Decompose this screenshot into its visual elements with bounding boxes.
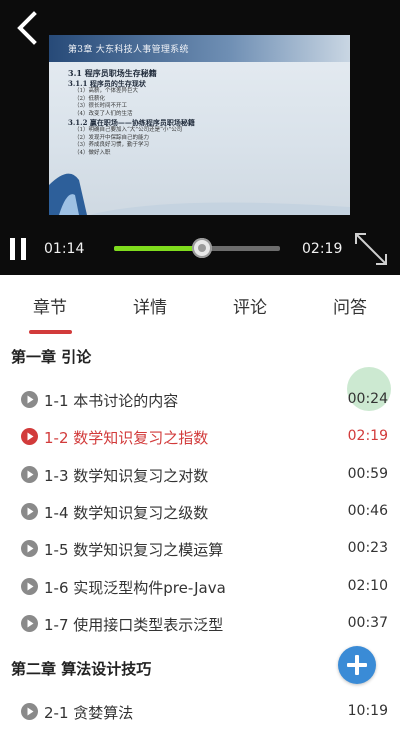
total-time: 02:19	[302, 241, 343, 257]
lesson-item[interactable]: 1-4 数学知识复习之级数 00:46	[0, 494, 400, 530]
tab-indicator	[29, 330, 72, 334]
slide-text-line: （3）养成良好习惯，勤于学习	[74, 142, 150, 148]
slide-decoration	[49, 173, 350, 215]
lesson-duration: 00:46	[347, 502, 388, 519]
slide-header: 第3章 大东科技人事管理系统	[49, 35, 350, 62]
slide-text-line: 3.1.1 程序员的生存现状	[68, 79, 146, 88]
lesson-duration: 00:23	[347, 540, 388, 557]
lesson-label: 1-3 数学知识复习之对数	[44, 466, 209, 485]
lesson-label: 1-6 实现泛型构件pre-Java	[44, 578, 226, 597]
lesson-label: 1-7 使用接口类型表示泛型	[44, 615, 224, 634]
slide-title: 第3章 大东科技人事管理系统	[68, 45, 189, 55]
slide-text-line: （1）高薪，个体差异巨大	[74, 88, 139, 94]
slide-text-line: （1）明确自己要加入“大”公司还是“小”公司	[74, 127, 183, 133]
play-circle-icon	[21, 502, 38, 520]
play-circle-icon	[21, 428, 38, 446]
tab-comments[interactable]: 评论	[233, 293, 267, 318]
play-circle-icon	[21, 614, 38, 632]
lesson-duration: 00:24	[347, 391, 388, 407]
lesson-item[interactable]: 1-5 数学知识复习之模运算 00:23	[0, 531, 400, 567]
progress-fill	[114, 246, 202, 251]
slide-text-line: 3.1 程序员职场生存秘籍	[68, 68, 157, 78]
progress-thumb[interactable]	[191, 238, 212, 258]
play-circle-icon	[21, 465, 38, 483]
fullscreen-icon[interactable]	[352, 230, 390, 268]
tab-details[interactable]: 详情	[133, 293, 167, 318]
lesson-item[interactable]: 1-7 使用接口类型表示泛型 00:37	[0, 606, 400, 642]
lesson-duration: 02:10	[347, 577, 388, 594]
lesson-label: 2-1 贪婪算法	[44, 704, 134, 722]
chapter-title: 第二章 算法设计技巧	[11, 660, 152, 678]
lesson-item[interactable]: 1-2 数学知识复习之指数 02:19	[0, 419, 400, 455]
current-time: 01:14	[44, 241, 85, 257]
slide-body: 3.1 程序员职场生存秘籍 3.1.1 程序员的生存现状 （1）高薪，个体差异巨大（…	[68, 69, 338, 158]
play-circle-icon	[21, 391, 38, 408]
lesson-label: 1-4 数学知识复习之级数	[44, 503, 209, 522]
tab-bar: 章节 详情 评论 问答	[0, 275, 400, 337]
plus-icon[interactable]	[338, 646, 376, 684]
lesson-label: 1-1 本书讨论的内容	[44, 392, 179, 410]
lesson-duration: 00:59	[347, 465, 388, 482]
video-player[interactable]: 第3章 大东科技人事管理系统 3.1 程序员职场生存秘籍 3.1.1 程序员的生存…	[0, 0, 400, 275]
lesson-duration: 00:37	[347, 614, 388, 631]
slide-text-line: 3.1.2 赢在职场——协练程序员职场秘籍	[68, 118, 195, 127]
lesson-duration: 10:19	[347, 703, 388, 719]
play-circle-icon	[21, 703, 38, 720]
pause-icon[interactable]	[10, 238, 26, 260]
progress-track[interactable]	[114, 238, 280, 258]
slide-text-line: （3）很长时间不开工	[74, 103, 127, 109]
player-controls: 01:14 02:19	[0, 222, 400, 275]
lesson-item[interactable]: 1-3 数学知识复习之对数 00:59	[0, 457, 400, 493]
lesson-label: 1-5 数学知识复习之模运算	[44, 541, 224, 560]
lesson-duration: 02:19	[347, 428, 388, 445]
lesson-item[interactable]: 1-1 本书讨论的内容 00:24	[0, 382, 400, 418]
back-arrow-icon[interactable]	[10, 8, 46, 48]
play-circle-icon	[21, 540, 38, 558]
slide-text-line: （2）发现开中保踪自己的能力	[74, 134, 150, 141]
chapter-title: 第一章 引论	[11, 348, 92, 366]
lesson-item[interactable]: 1-6 实现泛型构件pre-Java 02:10	[0, 569, 400, 605]
play-circle-icon	[21, 577, 38, 595]
video-frame: 第3章 大东科技人事管理系统 3.1 程序员职场生存秘籍 3.1.1 程序员的生存…	[49, 35, 350, 215]
lesson-item[interactable]: 2-1 贪婪算法 10:19	[0, 694, 400, 730]
tab-chapters[interactable]: 章节	[33, 293, 67, 318]
tab-qa[interactable]: 问答	[333, 293, 367, 318]
lesson-label: 1-2 数学知识复习之指数	[44, 429, 209, 448]
slide-text-line: （2）低薪化	[74, 95, 105, 102]
slide-text-line: （4）改变了人们的生活	[74, 110, 133, 117]
